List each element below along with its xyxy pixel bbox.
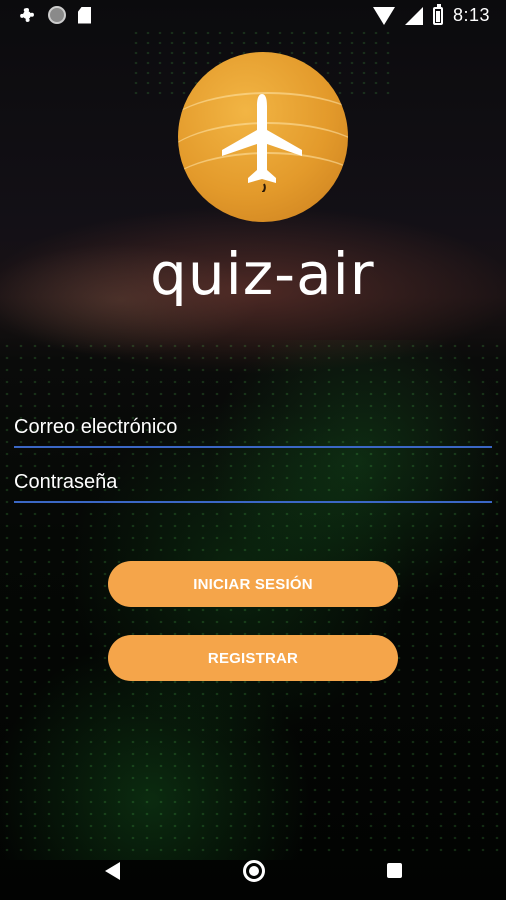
register-button[interactable]: REGISTRAR	[108, 635, 398, 681]
sd-card-icon	[78, 6, 91, 24]
battery-icon	[432, 3, 443, 25]
home-icon[interactable]	[243, 860, 265, 882]
airplane-icon	[222, 94, 302, 192]
email-field[interactable]	[14, 410, 492, 444]
password-field[interactable]	[14, 465, 492, 499]
back-icon[interactable]	[105, 862, 120, 880]
recents-icon[interactable]	[387, 863, 402, 878]
gear-icon	[18, 6, 36, 24]
email-field-container	[14, 410, 492, 448]
navigation-bar	[0, 845, 506, 900]
app-logo-text: quiz-air	[150, 240, 375, 308]
signal-icon	[404, 6, 423, 25]
wifi-icon	[372, 6, 395, 25]
status-bar: 8:13	[0, 0, 506, 32]
status-time: 8:13	[452, 5, 490, 25]
circle-icon	[48, 6, 66, 24]
password-field-container	[14, 465, 492, 503]
login-button[interactable]: INICIAR SESIÓN	[108, 561, 398, 607]
